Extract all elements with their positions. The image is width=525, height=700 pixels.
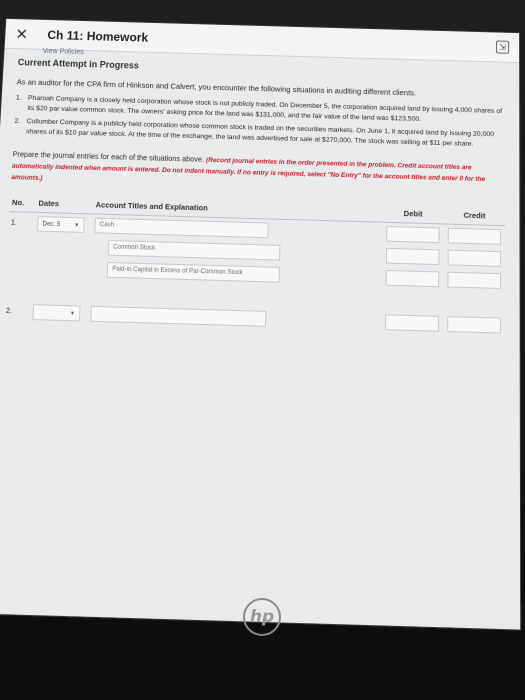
instructions-note: (Record journal entries in the order pre… xyxy=(11,156,486,184)
credit-input[interactable] xyxy=(447,227,502,245)
date-cell xyxy=(34,235,92,259)
date-select[interactable]: Dec. 5 ▼ xyxy=(36,216,85,233)
debit-cell xyxy=(382,222,444,246)
laptop-bezel: ✕ Ch 11: Homework ⇲ View Policies Curren… xyxy=(0,0,525,700)
instructions-text: Prepare the journal entries for each of … xyxy=(12,149,205,164)
hp-logo: hp xyxy=(243,598,281,636)
close-icon[interactable]: ✕ xyxy=(15,25,34,43)
date-cell: Dec. 5 ▼ xyxy=(35,212,93,236)
date-select[interactable]: ▼ xyxy=(32,304,81,322)
header-credit: Credit xyxy=(443,205,506,226)
account-input[interactable]: Common Stock xyxy=(107,239,281,261)
credit-cell xyxy=(443,313,505,337)
top-bar-spacer xyxy=(148,37,496,47)
credit-input[interactable] xyxy=(447,271,502,289)
debit-cell xyxy=(382,245,444,269)
question-content: Current Attempt in Progress As an audito… xyxy=(0,49,520,338)
header-no: No. xyxy=(9,193,37,213)
debit-cell xyxy=(381,311,443,335)
entry-number xyxy=(7,234,35,257)
browser-screen: ✕ Ch 11: Homework ⇲ View Policies Curren… xyxy=(0,18,521,630)
date-value: Dec. 5 xyxy=(42,220,61,228)
expand-icon[interactable]: ⇲ xyxy=(496,40,510,54)
header-date: Dates xyxy=(35,194,94,214)
credit-input[interactable] xyxy=(447,249,502,267)
instructions: Prepare the journal entries for each of … xyxy=(11,149,505,197)
header-debit: Debit xyxy=(382,204,444,224)
credit-cell xyxy=(444,224,506,248)
journal-table: No. Dates Account Titles and Explanation… xyxy=(3,193,506,337)
credit-input[interactable] xyxy=(447,316,502,334)
debit-input[interactable] xyxy=(386,225,440,244)
entry-number: 1. xyxy=(10,219,18,227)
debit-cell xyxy=(381,267,443,291)
debit-input[interactable] xyxy=(385,314,439,332)
account-input[interactable] xyxy=(90,305,267,327)
debit-input[interactable] xyxy=(385,247,440,266)
account-input[interactable]: Cash xyxy=(94,217,269,239)
chevron-down-icon: ▼ xyxy=(74,221,80,229)
page-title: Ch 11: Homework xyxy=(47,27,149,45)
date-cell xyxy=(32,257,91,281)
chevron-down-icon: ▼ xyxy=(69,310,76,317)
view-policies-link[interactable]: View Policies xyxy=(42,48,84,56)
date-cell: ▼ xyxy=(30,301,89,325)
credit-cell xyxy=(443,246,505,270)
debit-input[interactable] xyxy=(385,269,440,288)
attempt-status: Current Attempt in Progress xyxy=(17,57,140,71)
credit-cell xyxy=(443,268,505,292)
entry-number: 2. xyxy=(5,307,13,316)
entry-number xyxy=(6,256,34,279)
account-input[interactable]: Paid-in Capital in Excess of Par-Common … xyxy=(106,261,280,283)
